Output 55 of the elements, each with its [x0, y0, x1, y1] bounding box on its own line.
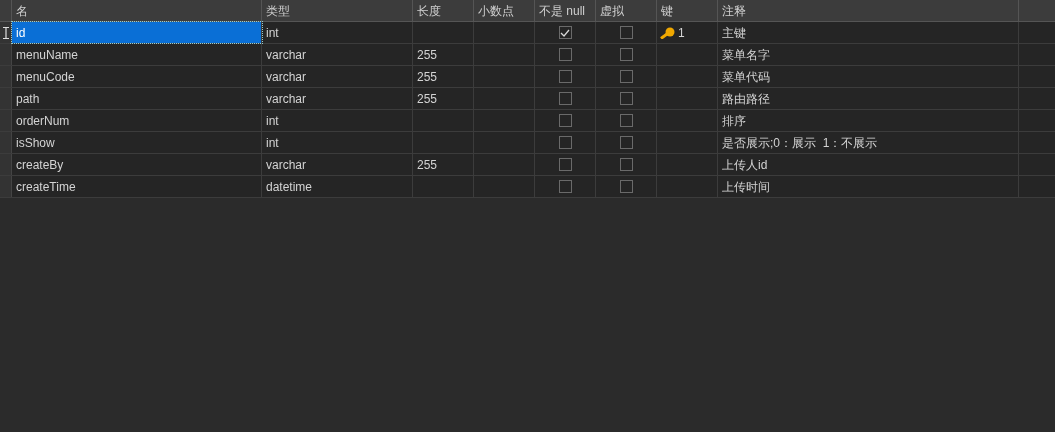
column-header[interactable]: 长度: [413, 0, 474, 21]
checkbox[interactable]: [619, 158, 633, 171]
table-cell[interactable]: createTime: [12, 176, 262, 197]
checkbox[interactable]: [558, 114, 572, 127]
column-header[interactable]: 虚拟: [596, 0, 657, 21]
checkbox[interactable]: [558, 92, 572, 105]
check-icon: [560, 28, 570, 37]
checkbox[interactable]: [558, 26, 572, 39]
column-header[interactable]: 类型: [262, 0, 413, 21]
table-cell[interactable]: orderNum: [12, 110, 262, 131]
checkbox[interactable]: [619, 26, 633, 39]
table-cell-text: 主键: [722, 24, 746, 42]
checkbox[interactable]: [558, 70, 572, 83]
table-cell[interactable]: path: [12, 88, 262, 109]
table-cell-text: 255: [417, 156, 438, 174]
checkbox[interactable]: [619, 180, 633, 193]
checkbox[interactable]: [619, 70, 633, 83]
table-cell-text: 255: [417, 46, 438, 64]
table-cell: varchar: [262, 88, 413, 109]
key-order: 1: [678, 24, 685, 42]
row-header[interactable]: [0, 22, 12, 43]
table-cell: varchar: [262, 66, 413, 87]
table-cell-text: 255: [417, 90, 438, 108]
table-cell-text: 是否展示;0：展示 1：不展示: [722, 134, 878, 152]
checkbox[interactable]: [558, 158, 572, 171]
column-header[interactable]: 注释: [718, 0, 1019, 21]
table-cell[interactable]: menuName: [12, 44, 262, 65]
column-header[interactable]: 不是 null: [535, 0, 596, 21]
table-cell[interactable]: isShow: [12, 132, 262, 153]
table-cell-text: 路由路径: [722, 90, 770, 108]
checkbox[interactable]: [558, 136, 572, 149]
checkbox[interactable]: [558, 180, 572, 193]
checkbox[interactable]: [619, 114, 633, 127]
table-cell-text: 255: [417, 68, 438, 86]
table-cell: datetime: [262, 176, 413, 197]
column-header[interactable]: 键: [657, 0, 718, 21]
table-cell: int: [262, 22, 413, 43]
table-cell-text: 菜单代码: [722, 68, 770, 86]
checkbox[interactable]: [619, 136, 633, 149]
table-cell: varchar: [262, 154, 413, 175]
checkbox[interactable]: [558, 48, 572, 61]
table-cell: varchar: [262, 44, 413, 65]
table-cell-text: 上传时间: [722, 178, 770, 196]
checkbox[interactable]: [619, 48, 633, 61]
table-cell[interactable]: createBy: [12, 154, 262, 175]
table-cell-text: 排序: [722, 112, 746, 130]
table-cell-text: 上传人id: [722, 156, 768, 174]
table-cell: int: [262, 132, 413, 153]
table-cell: int: [262, 110, 413, 131]
checkbox[interactable]: [619, 92, 633, 105]
key-icon: [659, 26, 675, 39]
column-header[interactable]: 小数点: [474, 0, 535, 21]
table-cell[interactable]: id: [12, 22, 262, 43]
table-cell[interactable]: menuCode: [12, 66, 262, 87]
table-cell-text: 菜单名字: [722, 46, 770, 64]
